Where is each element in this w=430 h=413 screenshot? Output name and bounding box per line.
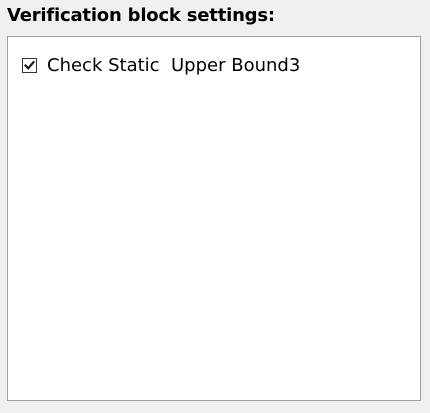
verification-block-list[interactable]: Check Static Upper Bound3 xyxy=(7,36,421,401)
panel-header: Verification block settings: xyxy=(0,0,430,36)
checkbox[interactable] xyxy=(22,58,37,73)
list-item-label: Check Static Upper Bound3 xyxy=(47,55,301,76)
checkmark-icon xyxy=(24,60,35,70)
verification-settings-panel: Verification block settings: Check Stati… xyxy=(0,0,430,413)
list-item-check-static-upper-bound3[interactable]: Check Static Upper Bound3 xyxy=(22,55,300,76)
panel-title: Verification block settings: xyxy=(7,5,275,26)
